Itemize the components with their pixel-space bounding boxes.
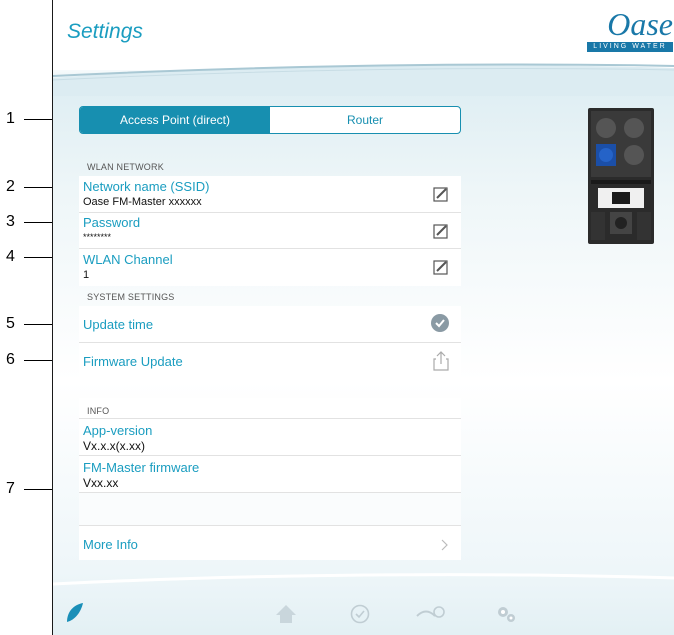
callout-number: 3: [6, 213, 15, 230]
section-label-wlan: WLAN NETWORK: [87, 162, 164, 172]
logo-tagline: LIVING WATER: [587, 42, 673, 52]
home-icon[interactable]: [275, 604, 297, 624]
info-spacer: [79, 493, 461, 525]
callout-number: 6: [6, 351, 15, 368]
info-label-row: INFO: [79, 398, 461, 419]
page-title: Settings: [67, 20, 143, 43]
chevron-right-icon: [441, 539, 448, 551]
app-version-row: App-version Vx.x.x(x.xx): [79, 419, 461, 456]
more-info-row[interactable]: More Info: [79, 525, 461, 562]
fm-firmware-row: FM-Master firmware Vxx.xx: [79, 456, 461, 493]
firmware-update-label: Firmware Update: [83, 354, 183, 369]
wlan-channel-row[interactable]: WLAN Channel 1: [79, 249, 461, 285]
callout-number: 5: [6, 315, 15, 332]
pond-icon[interactable]: [415, 604, 445, 624]
password-value: ********: [83, 232, 112, 242]
edit-icon[interactable]: [433, 186, 449, 202]
logo-wordmark: Oase: [607, 6, 673, 42]
gears-icon[interactable]: [495, 604, 517, 624]
callout-number: 7: [6, 480, 15, 497]
edit-icon[interactable]: [433, 223, 449, 239]
segment-access-point[interactable]: Access Point (direct): [80, 107, 270, 133]
clock-icon[interactable]: [350, 604, 370, 624]
oase-leaf-icon[interactable]: [65, 602, 85, 624]
network-name-label: Network name (SSID): [83, 179, 210, 194]
more-info-label: More Info: [83, 537, 138, 552]
header-wave: [53, 63, 674, 96]
segment-router[interactable]: Router: [270, 107, 460, 133]
password-row[interactable]: Password ********: [79, 213, 461, 249]
app-version-value: Vx.x.x(x.xx): [83, 439, 145, 453]
section-label-system: SYSTEM SETTINGS: [87, 292, 175, 302]
fm-firmware-label: FM-Master firmware: [83, 460, 200, 475]
info-group: INFO App-version Vx.x.x(x.xx) FM-Master …: [79, 398, 461, 560]
oase-logo: Oase LIVING WATER: [583, 6, 674, 52]
firmware-update-row[interactable]: Firmware Update: [79, 343, 461, 378]
update-time-label: Update time: [83, 317, 154, 332]
wlan-channel-label: WLAN Channel: [83, 252, 173, 267]
fm-master-device-image: [588, 108, 654, 244]
app-version-label: App-version: [83, 423, 153, 438]
network-name-row[interactable]: Network name (SSID) Oase FM-Master xxxxx…: [79, 176, 461, 213]
password-label: Password: [83, 215, 141, 230]
connection-mode-segment: Access Point (direct) Router: [79, 106, 461, 134]
edit-icon[interactable]: [433, 259, 449, 275]
callout-number: 2: [6, 178, 15, 195]
tab-bar: [53, 596, 674, 635]
app-screen: Settings Oase LIVING WATER Access Point …: [52, 0, 674, 635]
share-upload-icon: [433, 351, 449, 371]
callout-number: 4: [6, 248, 15, 265]
callout-number: 1: [6, 110, 15, 127]
system-group: Update time Firmware Update: [79, 306, 461, 378]
network-name-value: Oase FM-Master xxxxxx: [83, 196, 202, 208]
section-label-info: INFO: [87, 406, 110, 416]
update-time-row[interactable]: Update time: [79, 306, 461, 343]
fm-firmware-value: Vxx.xx: [83, 476, 119, 490]
wlan-group: Network name (SSID) Oase FM-Master xxxxx…: [79, 176, 461, 286]
clock-check-icon: [431, 314, 449, 332]
wlan-channel-value: 1: [83, 269, 90, 281]
